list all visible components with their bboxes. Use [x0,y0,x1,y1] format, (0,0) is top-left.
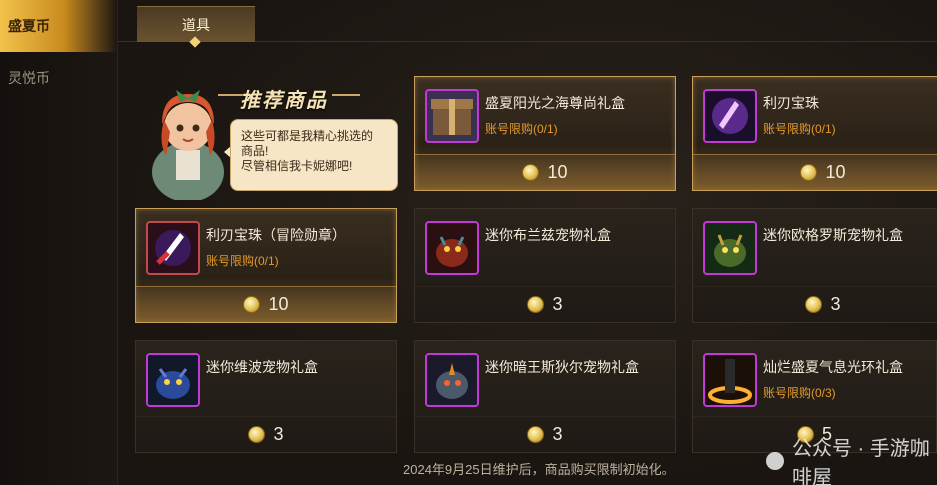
coin-icon [243,296,261,313]
gift-box-icon [425,89,479,143]
item-name: 迷你布兰兹宠物礼盒 [485,227,611,243]
item-name: 迷你暗王斯狄尔宠物礼盒 [485,359,639,375]
recommend-title: 推荐商品 [240,90,328,112]
purchase-limit: 账号限购(0/3) [763,386,836,400]
speech-line: 这些可都是我精心挑选的 [241,129,374,143]
coin-icon [527,426,545,443]
tab-items[interactable]: 道具 [137,6,255,48]
shop-item-card[interactable]: 迷你暗王斯狄尔宠物礼盒 3 [414,340,676,453]
watermark-text: 公众号 · 手游咖啡屋 [791,438,930,485]
pet-blue-beast-icon [146,353,200,407]
sidebar-item-label: 灵悦币 [8,70,50,86]
shop-item-card[interactable]: 利刃宝珠（冒险勋章） 账号限购(0/1) 10 [135,208,397,323]
coin-icon [527,296,545,313]
item-name: 盛夏阳光之海尊尚礼盒 [485,95,625,111]
aura-ring-icon [703,353,757,407]
price-value: 3 [552,294,563,314]
purchase-limit: 账号限购(0/1) [206,254,279,268]
tab-label: 道具 [182,16,210,33]
wechat-icon [766,452,784,470]
title-right-ornament [332,94,360,96]
price-value: 3 [273,424,284,444]
coin-icon [805,296,823,313]
blade-orb-icon [703,89,757,143]
coin-icon [248,426,266,443]
tab-bar: 道具 [118,0,937,48]
shop-main: 道具 推荐商品 这些可都是我精心挑选的 商品! 尽管相信我卡妮娜吧! 盛夏阳光之… [118,0,937,485]
currency-sidebar: 盛夏币 灵悦币 [0,0,118,485]
recommend-banner: 推荐商品 这些可都是我精心挑选的 商品! 尽管相信我卡妮娜吧! [148,70,398,200]
sidebar-item-summer-coin[interactable]: 盛夏币 [0,0,117,52]
shop-item-card[interactable]: 利刃宝珠 账号限购(0/1) 10 [692,76,937,191]
purchase-reset-notice: 2024年9月25日维护后，商品购买限制初始化。 [403,462,675,477]
npc-portrait [152,90,224,200]
purchase-limit: 账号限购(0/1) [763,122,836,136]
price-button[interactable]: 10 [415,154,675,190]
active-tab-indicator [189,36,201,48]
sidebar-item-label: 盛夏币 [8,18,50,34]
price-value: 10 [547,162,568,182]
purchase-limit: 账号限购(0/1) [485,122,558,136]
shop-item-card[interactable]: 迷你维波宠物礼盒 3 [135,340,397,453]
shop-item-card[interactable]: 迷你布兰兹宠物礼盒 3 [414,208,676,323]
speech-line: 尽管相信我卡妮娜吧! [241,159,353,173]
blade-orb-medal-icon [146,221,200,275]
item-name: 灿烂盛夏气息光环礼盒 [763,359,903,375]
price-button[interactable]: 3 [693,286,937,322]
price-value: 3 [830,294,841,314]
shop-item-card[interactable]: 迷你欧格罗斯宠物礼盒 3 [692,208,937,323]
speech-line: 商品! [241,144,269,158]
coin-icon [800,164,818,181]
pet-green-dragon-icon [703,221,757,275]
price-value: 10 [825,162,846,182]
item-name: 迷你欧格罗斯宠物礼盒 [763,227,903,243]
sidebar-item-lingyue-coin[interactable]: 灵悦币 [0,52,117,104]
price-button[interactable]: 10 [136,286,396,322]
shop-item-card[interactable]: 盛夏阳光之海尊尚礼盒 账号限购(0/1) 10 [414,76,676,191]
price-button[interactable]: 3 [415,416,675,452]
item-name: 利刃宝珠（冒险勋章） [206,227,346,243]
coin-icon [522,164,540,181]
watermark: 公众号 · 手游咖啡屋 [766,432,937,485]
pet-dark-king-icon [425,353,479,407]
price-value: 3 [552,424,563,444]
item-name: 迷你维波宠物礼盒 [206,359,318,375]
npc-speech-bubble: 这些可都是我精心挑选的 商品! 尽管相信我卡妮娜吧! [230,119,398,191]
price-button[interactable]: 10 [693,154,937,190]
item-name: 利刃宝珠 [763,95,819,111]
price-button[interactable]: 3 [136,416,396,452]
price-value: 10 [268,294,289,314]
pet-red-dragon-icon [425,221,479,275]
price-button[interactable]: 3 [415,286,675,322]
